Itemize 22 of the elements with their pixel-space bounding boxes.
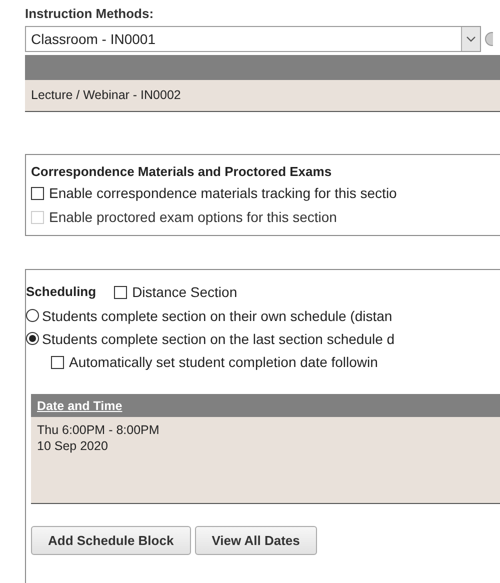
action-button[interactable]: View All Dates (194, 526, 317, 555)
radio-label: Students complete section on the last section schedule d (42, 330, 395, 346)
action-button[interactable]: Add Schedule Block (31, 526, 191, 555)
panel-title: Correspondence Materials and Proctored Exams (31, 163, 333, 181)
checkbox-label: Enable correspondence materials tracking for this sectio (49, 185, 397, 201)
table-cell-text: 10 Sep 2020 (37, 438, 109, 454)
checkbox-label: Automatically set student completion date followin (69, 354, 378, 370)
column-header[interactable]: Date and Time (37, 398, 122, 412)
caret-icon[interactable] (461, 27, 480, 51)
field-label: Instruction Methods: (25, 5, 155, 23)
radio-button[interactable] (26, 309, 39, 322)
checkbox-label: Enable proctored exam options for this section (49, 209, 337, 225)
checkbox[interactable] (51, 356, 64, 368)
instruction-method-select[interactable]: Classroom - IN0001 (25, 26, 481, 52)
radio-label: Students complete section on their own schedule (distan (42, 308, 392, 324)
panel-title: Scheduling (26, 283, 96, 301)
dropdown-option[interactable]: Lecture / Webinar - IN0002 (25, 80, 500, 111)
checkbox[interactable] (31, 186, 44, 200)
checkbox[interactable] (114, 286, 128, 298)
checkbox-label: Distance Section (132, 284, 238, 300)
table-cell-text: Thu 6:00PM - 8:00PM (37, 422, 160, 438)
radio-button[interactable] (26, 332, 39, 345)
